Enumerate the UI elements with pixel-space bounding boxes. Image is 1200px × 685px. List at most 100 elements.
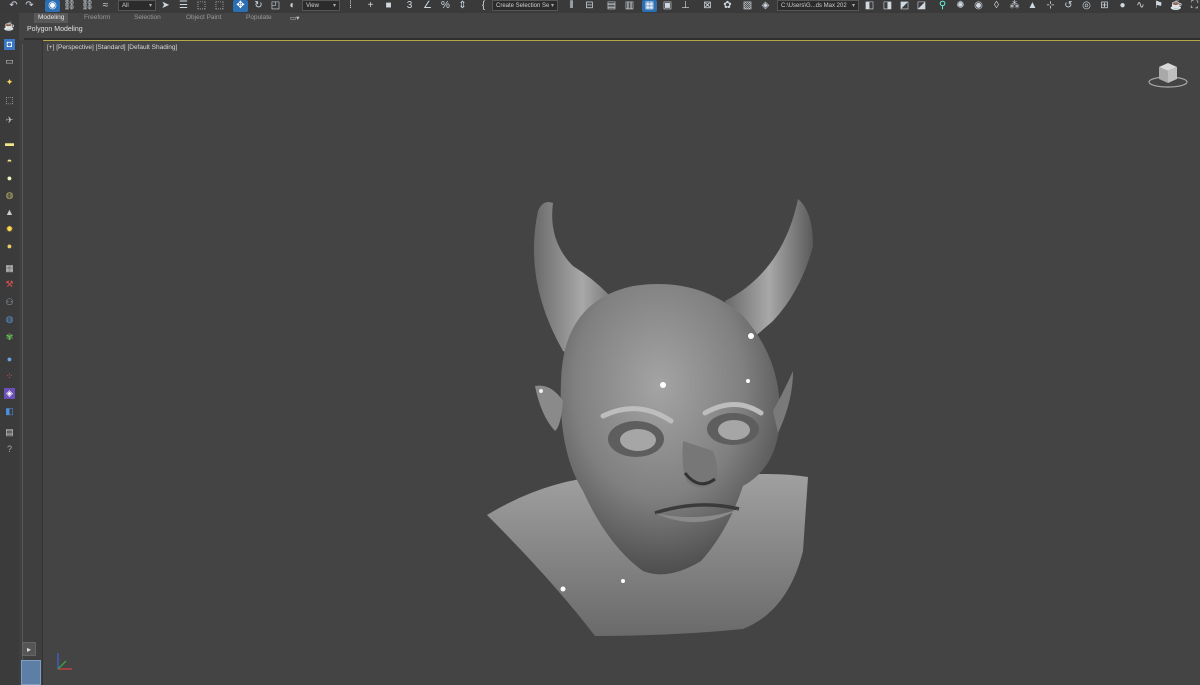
foliage-icon[interactable]: ✾ — [4, 332, 15, 343]
move-icon[interactable]: ✥ — [233, 0, 248, 12]
sphere-create-icon[interactable]: ● — [4, 173, 15, 184]
box-icon[interactable]: ▬ — [4, 138, 15, 149]
create-panel-icon[interactable]: ☕ — [4, 21, 15, 32]
edit-named-selection-icon[interactable]: { — [476, 0, 491, 12]
bone-icon[interactable]: ⊹ — [1043, 0, 1058, 12]
sphere-icon[interactable]: ● — [1115, 0, 1130, 12]
material-editor-icon[interactable]: ✿ — [720, 0, 735, 12]
tab-object-paint[interactable]: Object Paint — [186, 14, 221, 21]
polygon-modeling-panel-label[interactable]: Polygon Modeling — [27, 26, 83, 33]
sun-create-icon[interactable]: ✹ — [4, 224, 15, 235]
particle-icon[interactable]: ⁂ — [1007, 0, 1022, 12]
render-frame-icon[interactable]: ◈ — [758, 0, 773, 12]
tab-populate[interactable]: Populate — [246, 14, 272, 21]
window-crossing-icon[interactable]: ⬚ — [212, 0, 227, 12]
unlink-icon[interactable]: ⛓ — [80, 0, 95, 12]
camera-icon[interactable]: ◉ — [971, 0, 986, 12]
align-icon[interactable]: ⊟ — [582, 0, 597, 12]
bone-create-icon[interactable]: ⚒ — [4, 279, 15, 290]
render-icon[interactable]: ◧ — [862, 0, 877, 12]
sketch-icon[interactable]: ◧ — [4, 406, 15, 417]
select-by-name-icon[interactable]: ☰ — [176, 0, 191, 12]
dome-icon[interactable]: ◓ — [4, 156, 15, 167]
command-strip: ☕ ◘ ▭ ✦ ⬚ ✈ ▬ ◓ ● ◍ ▲ ✹ ● ▦ ⚒ ⚇ ◍ ✾ ● ⁘ … — [0, 13, 19, 685]
grid-icon[interactable]: ⊞ — [1097, 0, 1112, 12]
undo-icon[interactable]: ↶ — [6, 0, 21, 12]
viewcube-icon[interactable] — [1147, 59, 1189, 89]
render-iterative-icon[interactable]: ◩ — [897, 0, 912, 12]
viewport-shading-label[interactable]: [Default Shading] — [127, 44, 177, 51]
light-create-icon[interactable]: ✦ — [4, 77, 15, 88]
render-production-icon[interactable]: ◨ — [880, 0, 895, 12]
snaps-icon[interactable]: 3 — [402, 0, 417, 12]
helper-create-icon[interactable]: ✈ — [4, 115, 15, 126]
layer-explorer-icon[interactable]: ▤ — [604, 0, 619, 12]
project-path-dropdown[interactable]: C:\Users\G...ds Max 202 ▾ — [777, 0, 859, 11]
mass-icon[interactable]: ▲ — [1025, 0, 1040, 12]
place-icon[interactable]: ◐ — [285, 0, 300, 12]
viewport-style-label[interactable]: [Standard] — [96, 44, 126, 51]
named-selection-dropdown[interactable]: Create Selection Se ▾ — [492, 0, 558, 11]
tab-freeform[interactable]: Freeform — [84, 14, 110, 21]
globe-icon[interactable]: ◍ — [4, 314, 15, 325]
bind-spacewarp-icon[interactable]: ≈ — [98, 0, 113, 12]
spinner-snap-icon[interactable]: ⇕ — [455, 0, 470, 12]
selection-set-icon[interactable]: ◉ — [45, 0, 60, 12]
render-sphere-icon[interactable]: ● — [4, 354, 15, 365]
help-icon[interactable]: ? — [4, 444, 15, 455]
render-setup-icon[interactable]: ▧ — [740, 0, 755, 12]
maxscript-listener-button[interactable] — [21, 660, 41, 685]
camera-create-icon[interactable]: ⬚ — [4, 95, 15, 106]
sun-icon[interactable]: ✺ — [953, 0, 968, 12]
main-toolbar: ↶ ↷ ◉ ⛓ ⛓ ≈ All ▾ ➤ ☰ ⬚ ⬚ ✥ ↻ ◰ ◐ View ▾ ⁞… — [0, 0, 1200, 13]
viewport-label[interactable]: [+] [Perspective] [Standard] [Default Sh… — [47, 44, 177, 51]
redo-icon[interactable]: ↷ — [22, 0, 37, 12]
helper-icon[interactable]: ⚑ — [1151, 0, 1166, 12]
cone-icon[interactable]: ▲ — [4, 207, 15, 218]
viewport-camera-label[interactable]: [Perspective] — [56, 44, 94, 51]
keyboard-shortcut-icon[interactable]: ■ — [381, 0, 396, 12]
script-icon[interactable]: ▤ — [4, 427, 15, 438]
link-icon[interactable]: ⛓ — [62, 0, 77, 12]
ribbon-options-icon[interactable]: ▭▾ — [290, 14, 299, 22]
angle-snap-icon[interactable]: ∠ — [420, 0, 435, 12]
tab-selection[interactable]: Selection — [134, 14, 161, 21]
selection-filter-dropdown[interactable]: All ▾ — [118, 0, 156, 11]
grid-create-icon[interactable]: ▦ — [4, 263, 15, 274]
biped-icon[interactable]: ⚇ — [4, 297, 15, 308]
spline-icon[interactable]: ∿ — [1133, 0, 1148, 12]
space-warp-icon[interactable]: ⛶ — [1187, 0, 1200, 12]
rectangular-selection-icon[interactable]: ⬚ — [194, 0, 209, 12]
color-dots-icon[interactable]: ⁘ — [4, 371, 15, 382]
mirror-icon[interactable]: ⫴ — [564, 0, 579, 12]
hierarchy-panel-icon[interactable]: ▭ — [4, 56, 15, 67]
perspective-viewport[interactable]: [+] [Perspective] [Standard] [Default Sh… — [43, 40, 1200, 685]
scene-explorer-icon[interactable]: ▦ — [642, 0, 657, 12]
gizmo-icon[interactable]: ◊ — [989, 0, 1004, 12]
teapot-icon[interactable]: ☕ — [1169, 0, 1184, 12]
viewport-menu-label[interactable]: [+] — [47, 44, 54, 51]
tab-modeling[interactable]: Modeling — [34, 13, 69, 23]
curve-editor-icon[interactable]: ▣ — [660, 0, 675, 12]
rotate-icon[interactable]: ↻ — [251, 0, 266, 12]
torus-icon[interactable]: ◍ — [4, 190, 15, 201]
rotation-icon[interactable]: ↺ — [1061, 0, 1076, 12]
ribbon-panel: Polygon Modeling — [24, 24, 1200, 40]
schematic-view-icon[interactable]: ⊠ — [700, 0, 715, 12]
dope-sheet-icon[interactable]: ⊥ — [678, 0, 693, 12]
modify-panel-icon[interactable]: ◘ — [4, 39, 15, 50]
plugin-icon[interactable]: ◈ — [4, 388, 15, 399]
dial-icon[interactable]: ◎ — [1079, 0, 1094, 12]
expand-panel-button[interactable]: ▸ — [22, 642, 36, 656]
scale-icon[interactable]: ◰ — [268, 0, 283, 12]
light-icon[interactable]: ⚲ — [935, 0, 950, 12]
percent-snap-icon[interactable]: % — [438, 0, 453, 12]
toggle-ribbon-icon[interactable]: ▥ — [622, 0, 637, 12]
select-object-icon[interactable]: ➤ — [158, 0, 173, 12]
render-online-icon[interactable]: ◪ — [914, 0, 929, 12]
sculpted-head-model[interactable] — [443, 151, 843, 681]
pivot-center-icon[interactable]: ⁞ — [343, 0, 358, 12]
reference-coordinate-dropdown[interactable]: View ▾ — [302, 0, 340, 11]
sphere-light-icon[interactable]: ● — [4, 241, 15, 252]
manipulate-icon[interactable]: + — [363, 0, 378, 12]
